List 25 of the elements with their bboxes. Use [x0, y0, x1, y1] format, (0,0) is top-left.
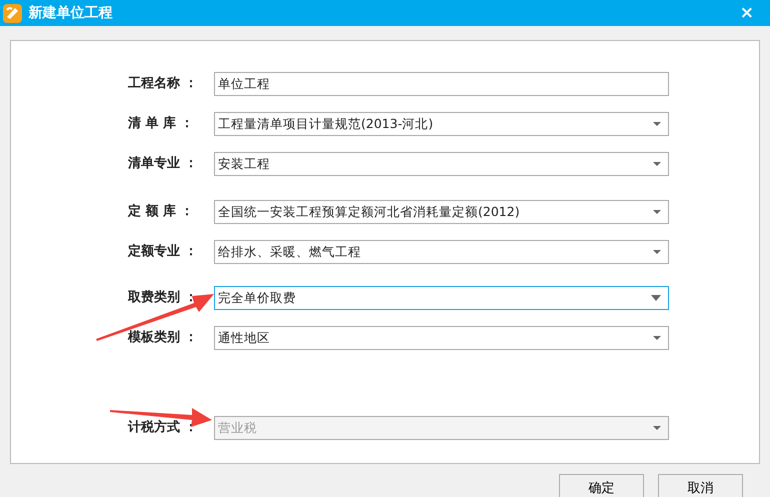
field-label: 模板类别 ：	[128, 329, 199, 348]
window-title: 新建单位工程	[28, 4, 112, 22]
field-label: 取费类别 ：	[128, 289, 199, 308]
field-label: 定 额 库 ：	[128, 202, 195, 222]
ok-button[interactable]: 确定	[559, 474, 644, 497]
dropdown-field[interactable]: 通性地区	[214, 326, 669, 350]
field-label: 清 单 库 ：	[128, 114, 195, 134]
caret-icon	[653, 162, 661, 166]
app-logo-icon	[3, 4, 22, 22]
dropdown-field[interactable]: 给排水、采暖、燃气工程	[214, 240, 669, 264]
caret-icon	[653, 426, 661, 430]
caret-icon	[653, 336, 661, 340]
field-label: 定额专业 ：	[128, 242, 199, 262]
caret-icon	[653, 122, 661, 126]
dropdown-field[interactable]: 安装工程	[214, 152, 669, 176]
caret-icon	[651, 295, 661, 301]
dropdown-field[interactable]: 工程量清单项目计量规范(2013-河北)	[214, 112, 669, 136]
dropdown-field[interactable]: 全国统一安装工程预算定额河北省消耗量定额(2012)	[214, 200, 669, 224]
dropdown-field[interactable]: 完全单价取费	[214, 286, 669, 310]
caret-icon	[653, 210, 661, 214]
field-label: 清单专业 ：	[128, 155, 199, 174]
cancel-button[interactable]: 取消	[658, 474, 743, 497]
caret-icon	[653, 250, 661, 254]
field-label: 工程名称 ：	[128, 75, 199, 94]
input-field[interactable]: 单位工程	[214, 72, 669, 96]
